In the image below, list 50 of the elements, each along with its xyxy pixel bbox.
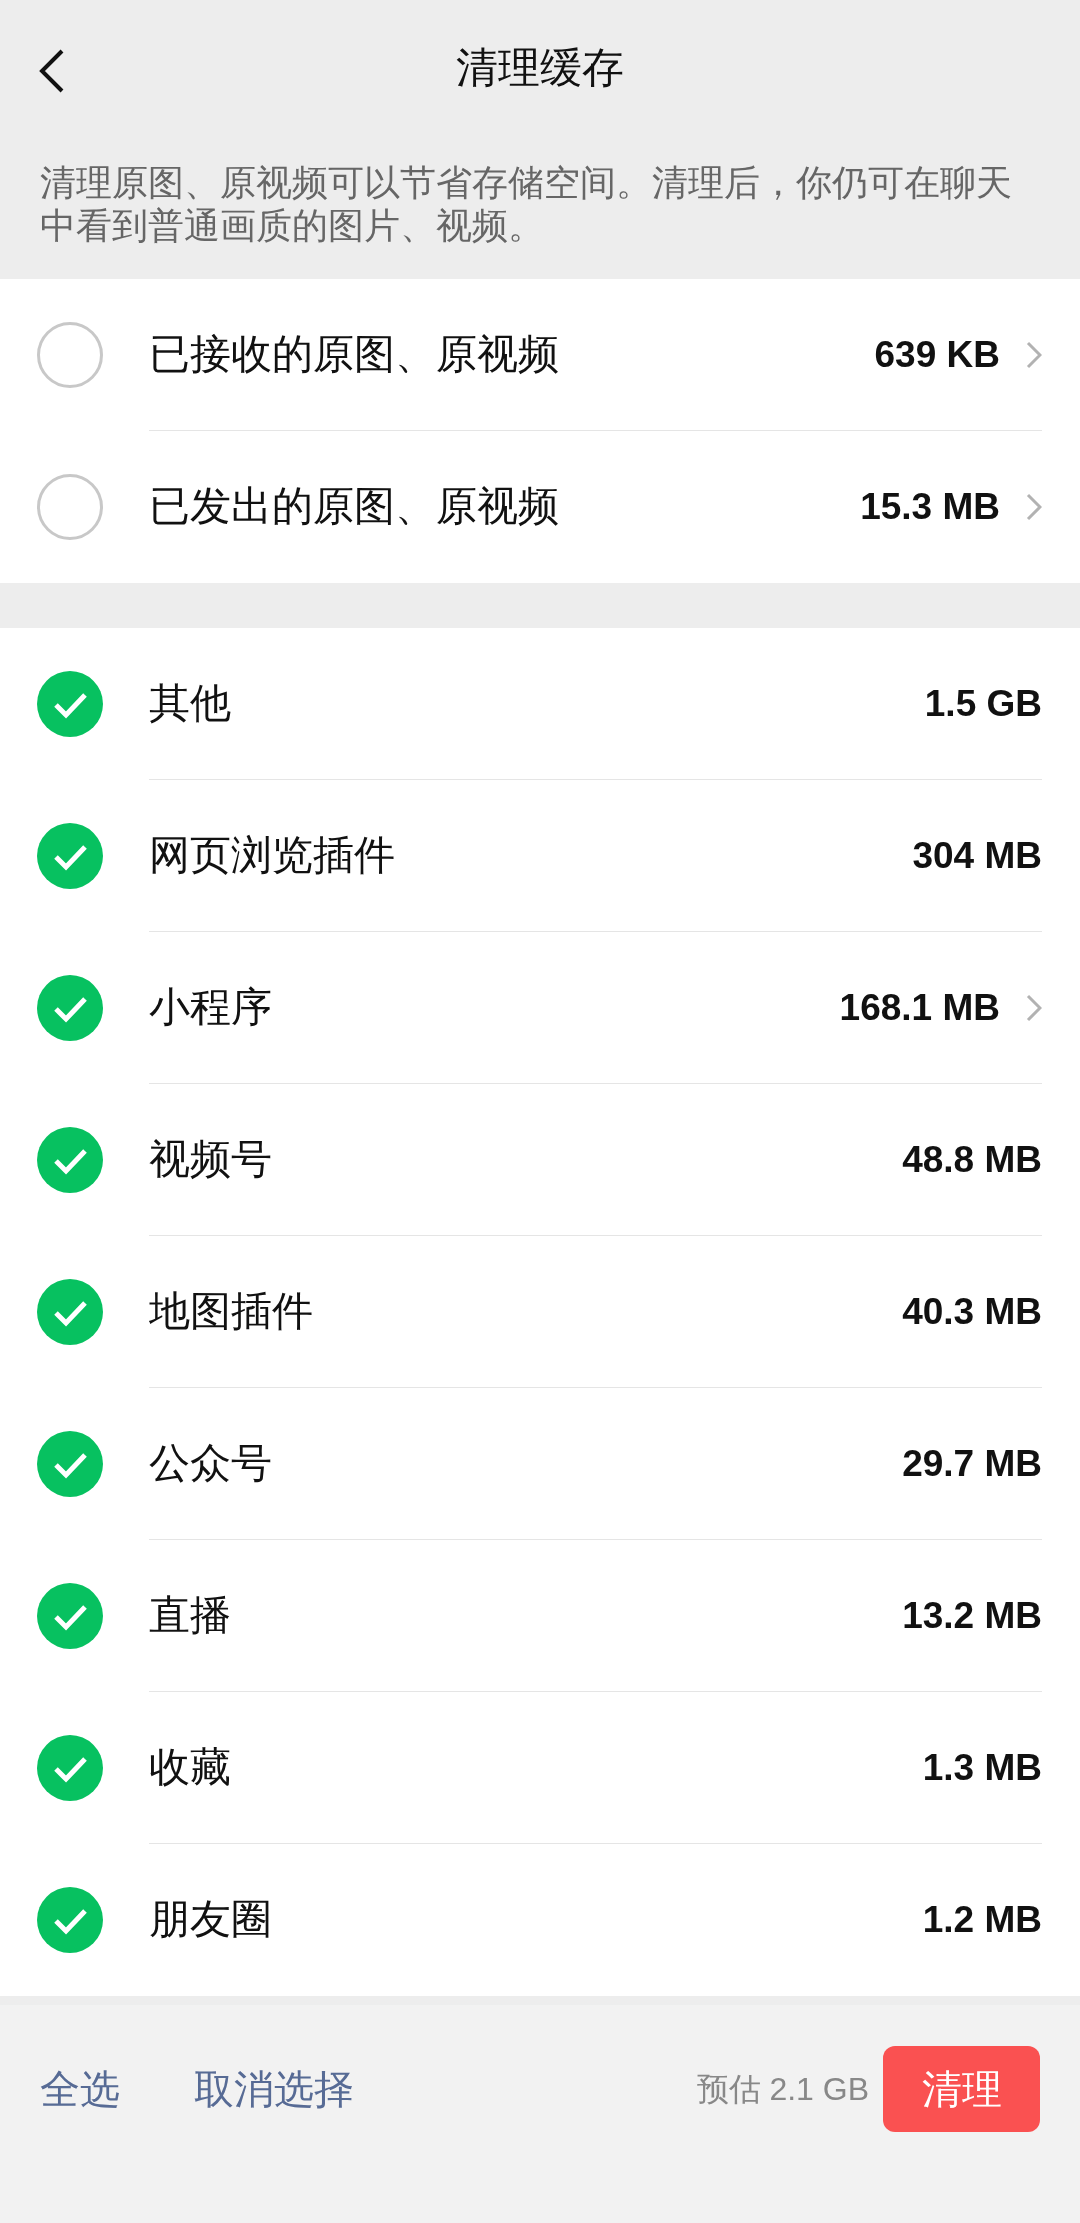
item-label: 公众号	[149, 1438, 273, 1488]
cache-item[interactable]: 朋友圈 1.2 MB	[0, 1844, 1080, 1996]
item-size: 1.3 MB	[922, 1745, 1042, 1790]
item-size: 15.3 MB	[860, 485, 1000, 530]
item-size: 29.7 MB	[902, 1441, 1042, 1486]
checked-icon[interactable]	[37, 823, 103, 889]
item-label: 已接收的原图、原视频	[149, 329, 560, 379]
item-label: 小程序	[149, 982, 273, 1032]
description-text: 清理原图、原视频可以节省存储空间。清理后，你仍可在聊天中看到普通画质的图片、视频。	[40, 161, 1013, 247]
item-size: 304 MB	[912, 833, 1042, 878]
item-label: 视频号	[149, 1134, 273, 1184]
item-label: 地图插件	[149, 1286, 314, 1336]
cache-item[interactable]: 已接收的原图、原视频 639 KB	[0, 279, 1080, 431]
cache-item[interactable]: 公众号 29.7 MB	[0, 1388, 1080, 1540]
cache-item[interactable]: 视频号 48.8 MB	[0, 1084, 1080, 1236]
checked-icon[interactable]	[37, 1887, 103, 1953]
item-label: 收藏	[149, 1742, 232, 1792]
item-size: 168.1 MB	[839, 985, 1000, 1030]
item-size: 1.2 MB	[922, 1898, 1042, 1943]
cache-item[interactable]: 其他 1.5 GB	[0, 628, 1080, 780]
cache-item[interactable]: 已发出的原图、原视频 15.3 MB	[0, 431, 1080, 583]
item-size: 639 KB	[874, 332, 1000, 377]
item-size: 48.8 MB	[902, 1137, 1042, 1182]
item-size: 13.2 MB	[902, 1593, 1042, 1638]
checked-icon[interactable]	[37, 975, 103, 1041]
unchecked-icon[interactable]	[37, 322, 103, 388]
unchecked-icon[interactable]	[37, 474, 103, 540]
cache-item[interactable]: 地图插件 40.3 MB	[0, 1236, 1080, 1388]
checked-icon[interactable]	[37, 1735, 103, 1801]
back-icon[interactable]	[38, 48, 66, 94]
cache-item[interactable]: 直播 13.2 MB	[0, 1540, 1080, 1692]
cache-item[interactable]: 网页浏览插件 304 MB	[0, 780, 1080, 932]
checked-icon[interactable]	[37, 1279, 103, 1345]
checked-icon[interactable]	[37, 1583, 103, 1649]
select-all-link[interactable]: 全选	[40, 2059, 120, 2119]
item-label: 朋友圈	[149, 1895, 273, 1945]
estimate-text: 预估 2.1 GB	[696, 2070, 869, 2109]
cache-item[interactable]: 小程序 168.1 MB	[0, 932, 1080, 1084]
item-label: 网页浏览插件	[149, 830, 396, 880]
deselect-link[interactable]: 取消选择	[194, 2059, 354, 2119]
item-label: 已发出的原图、原视频	[149, 482, 560, 532]
checked-icon[interactable]	[37, 1431, 103, 1497]
item-label: 其他	[149, 678, 232, 728]
item-size: 40.3 MB	[902, 1289, 1042, 1334]
item-size: 1.5 GB	[924, 681, 1042, 726]
cache-item[interactable]: 收藏 1.3 MB	[0, 1692, 1080, 1844]
checked-icon[interactable]	[37, 671, 103, 737]
item-label: 直播	[149, 1590, 232, 1640]
page-title: 清理缓存	[456, 43, 624, 93]
checked-icon[interactable]	[37, 1127, 103, 1193]
